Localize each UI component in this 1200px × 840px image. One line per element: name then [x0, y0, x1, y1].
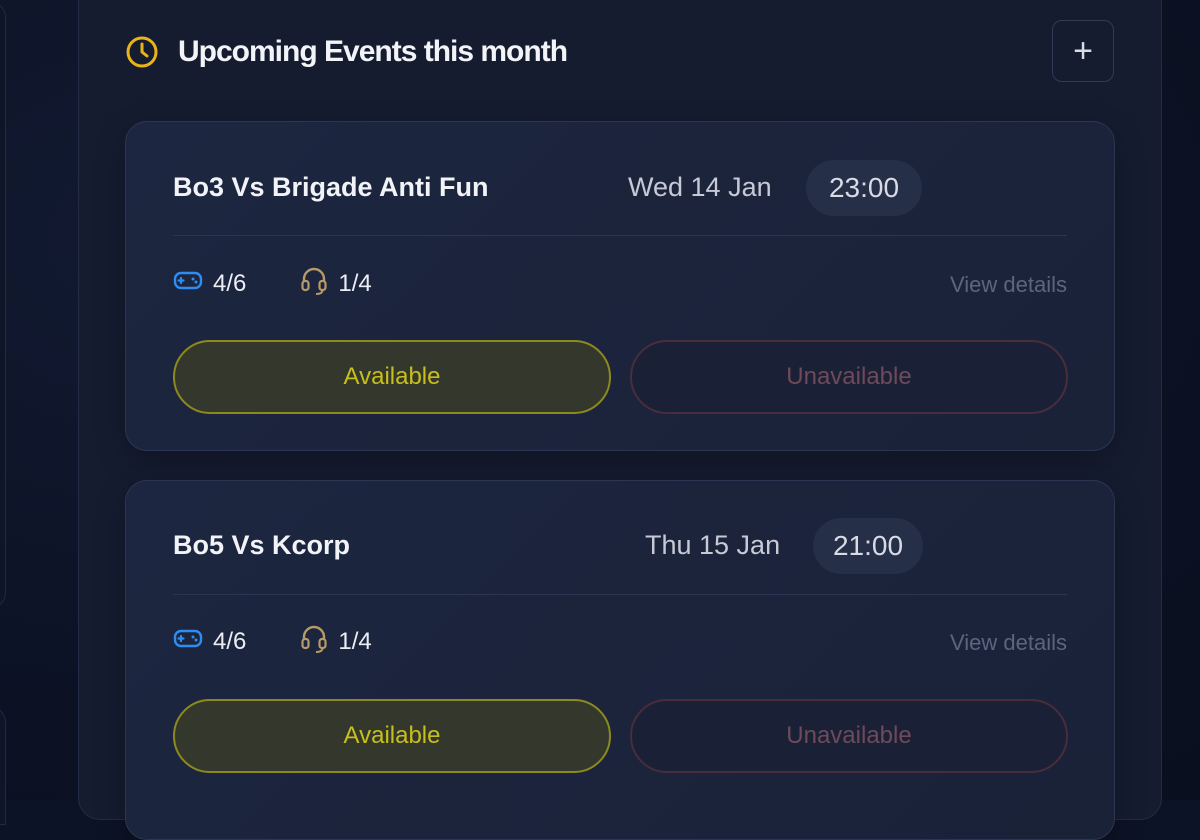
clock-icon: [124, 34, 160, 70]
event-card-header: Bo3 Vs Brigade Anti Fun Wed 14 Jan 23:00: [173, 122, 1067, 236]
staff-stat: 1/4: [300, 624, 371, 661]
divider: [173, 235, 1067, 236]
headset-icon: [300, 624, 328, 661]
available-button[interactable]: Available: [173, 699, 611, 773]
event-name: Bo3 Vs Brigade Anti Fun: [173, 172, 489, 203]
event-card: Bo5 Vs Kcorp Thu 15 Jan 21:00 4/6: [125, 480, 1115, 840]
add-event-button[interactable]: +: [1052, 20, 1114, 82]
events-header: Upcoming Events this month: [124, 30, 567, 74]
left-panel-edge-lower: [0, 705, 6, 825]
players-stat: 4/6: [173, 269, 246, 300]
players-count: 4/6: [213, 270, 246, 298]
view-details-link[interactable]: View details: [950, 630, 1067, 656]
staff-count: 1/4: [338, 270, 371, 298]
event-stats: 4/6 1/4: [173, 622, 372, 662]
event-card-header: Bo5 Vs Kcorp Thu 15 Jan 21:00: [173, 481, 1067, 595]
staff-stat: 1/4: [300, 266, 371, 303]
gamepad-icon: [173, 627, 203, 658]
event-date: Wed 14 Jan: [628, 172, 772, 203]
unavailable-button[interactable]: Unavailable: [630, 699, 1068, 773]
view-details-link[interactable]: View details: [950, 272, 1067, 298]
event-time: 21:00: [813, 518, 923, 574]
event-card: Bo3 Vs Brigade Anti Fun Wed 14 Jan 23:00…: [125, 121, 1115, 451]
gamepad-icon: [173, 269, 203, 300]
left-panel-edge: [0, 0, 6, 610]
players-stat: 4/6: [173, 627, 246, 658]
staff-count: 1/4: [338, 628, 371, 656]
event-date: Thu 15 Jan: [645, 530, 780, 561]
divider: [173, 594, 1067, 595]
event-name: Bo5 Vs Kcorp: [173, 530, 350, 561]
plus-icon: +: [1073, 34, 1093, 68]
event-time: 23:00: [806, 160, 922, 216]
event-stats: 4/6 1/4: [173, 264, 372, 304]
players-count: 4/6: [213, 628, 246, 656]
panel-title: Upcoming Events this month: [178, 35, 567, 69]
unavailable-button[interactable]: Unavailable: [630, 340, 1068, 414]
headset-icon: [300, 266, 328, 303]
available-button[interactable]: Available: [173, 340, 611, 414]
